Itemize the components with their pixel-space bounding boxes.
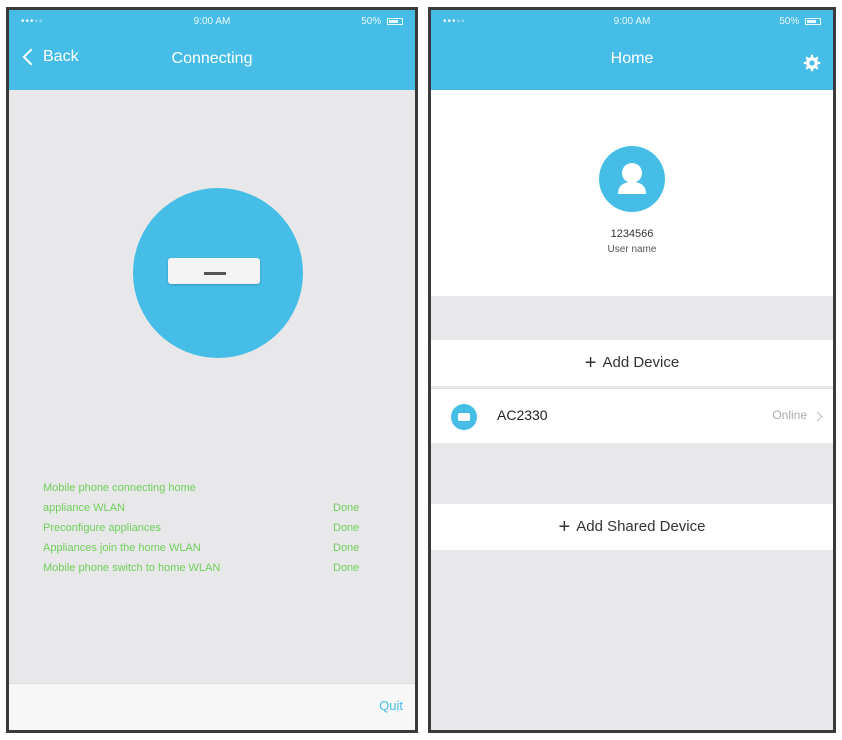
gear-icon[interactable]	[803, 54, 821, 72]
chevron-right-icon	[812, 411, 823, 422]
quit-button[interactable]: Quit	[379, 698, 403, 713]
home-screen: •••◦◦ 9:00 AM 50% Home 1234566 User name…	[428, 7, 836, 733]
air-conditioner-icon	[168, 258, 260, 284]
add-device-label: Add Device	[602, 354, 680, 371]
user-profile: 1234566 User name	[431, 90, 833, 296]
step-label: Preconfigure appliances	[43, 522, 162, 534]
gear-icon-graphic	[803, 54, 821, 72]
connecting-screen: •••◦◦ 9:00 AM 50% Back Connecting Mobile…	[6, 7, 418, 733]
air-conditioner-illustration	[133, 188, 303, 358]
plus-icon: +	[584, 352, 597, 374]
step-status: Done	[333, 502, 360, 514]
battery-icon	[805, 17, 821, 25]
step-status: Done	[333, 542, 360, 554]
step-status	[333, 478, 383, 498]
step-label: appliance WLAN	[43, 502, 125, 514]
add-shared-device-button[interactable]: + Add Shared Device	[431, 504, 833, 550]
battery-icon	[387, 17, 403, 25]
step-row: Preconfigure appliances Done	[43, 518, 383, 538]
step-label: Mobile phone switch to home WLAN	[43, 562, 221, 574]
connection-steps: Mobile phone connecting home appliance W…	[43, 478, 383, 578]
battery-percent: 50%	[361, 16, 382, 27]
battery-percent: 50%	[779, 16, 800, 27]
step-status: Done	[333, 522, 360, 534]
status-bar: •••◦◦ 9:00 AM 50%	[9, 10, 415, 34]
step-label: Appliances join the home WLAN	[43, 542, 201, 554]
status-bar: •••◦◦ 9:00 AM 50%	[431, 10, 833, 34]
top-bar: •••◦◦ 9:00 AM 50% Back Connecting	[9, 10, 415, 90]
user-name: User name	[607, 244, 657, 255]
user-icon[interactable]	[599, 146, 665, 212]
user-id: 1234566	[610, 228, 654, 240]
device-name: AC2330	[497, 407, 548, 423]
add-shared-device-label: Add Shared Device	[576, 518, 706, 535]
battery-indicator: 50%	[361, 16, 403, 27]
user-icon-graphic	[618, 163, 646, 194]
status-time: 9:00 AM	[613, 16, 651, 27]
add-device-button[interactable]: + Add Device	[431, 340, 833, 386]
bottom-bar: Quit	[9, 683, 415, 730]
ac-icon	[451, 404, 477, 430]
step-row: Mobile phone connecting home	[43, 478, 383, 498]
step-row: appliance WLAN Done	[43, 498, 383, 518]
page-title: Connecting	[171, 50, 253, 67]
device-row[interactable]: AC2330 Online	[431, 388, 833, 443]
status-time: 9:00 AM	[193, 16, 231, 27]
battery-indicator: 50%	[779, 16, 821, 27]
step-label: Mobile phone connecting home	[43, 482, 196, 494]
device-status: Online	[772, 408, 807, 422]
step-row: Mobile phone switch to home WLAN Done	[43, 558, 383, 578]
step-status: Done	[333, 562, 360, 574]
plus-icon: +	[558, 516, 571, 538]
page-title: Home	[610, 50, 654, 67]
step-row: Appliances join the home WLAN Done	[43, 538, 383, 558]
top-bar: •••◦◦ 9:00 AM 50% Home	[431, 10, 833, 90]
